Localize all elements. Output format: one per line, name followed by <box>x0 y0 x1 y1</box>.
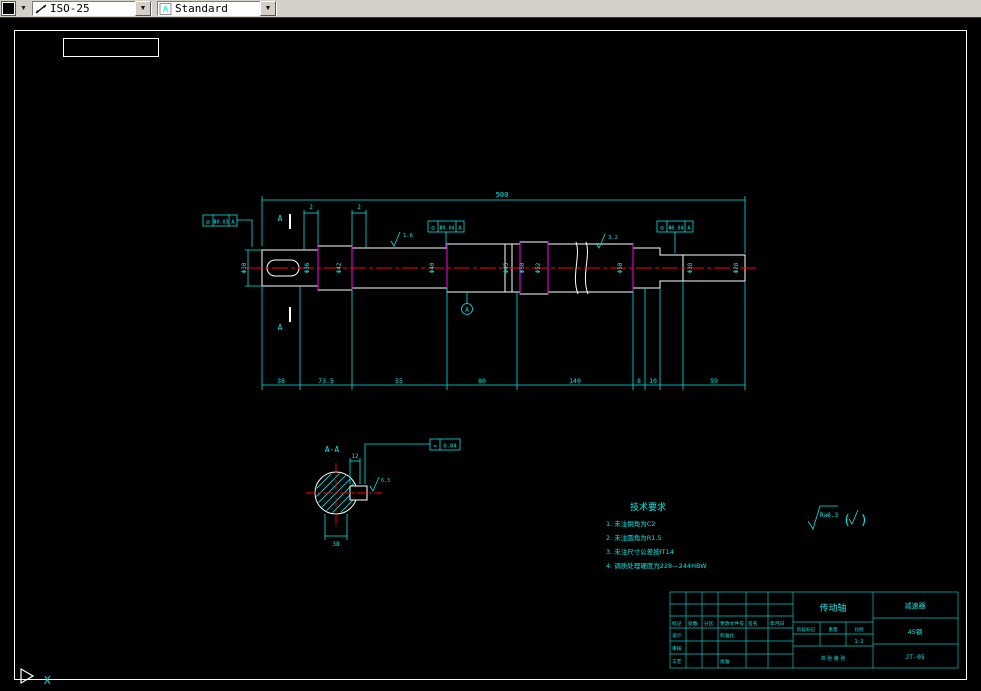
chamfer-dim-1: 2 <box>309 204 313 211</box>
len-dim-5: 8 <box>637 377 641 385</box>
ucs-arrow-icon <box>20 667 35 685</box>
tb-col-header-5: 年月日 <box>770 620 784 627</box>
keyway-depth-dim: 38 <box>332 541 340 548</box>
tb-mid-label-2: 比例 <box>855 626 864 633</box>
dia-label-8: Φ38 <box>687 262 694 273</box>
tb-drawing-number: JT-05 <box>905 653 925 661</box>
chamfer-dim-2: 2 <box>357 204 361 211</box>
tb-row-label-1: 标准化 <box>720 632 735 639</box>
tech-req-title: 技术要求 <box>630 501 666 513</box>
dia-label-0: Φ30 <box>241 262 248 273</box>
gdt-frame-3: ◎ Φ0.04 A <box>656 220 694 253</box>
dia-label-3: Φ40 <box>429 262 436 273</box>
gdt1-symbol: ◎ <box>206 219 210 226</box>
tb-col-header-3: 更改文件号 <box>720 620 744 627</box>
gdt3-symbol: ◎ <box>660 225 664 232</box>
dia-label-9: Φ28 <box>733 262 740 273</box>
section-view: A-A 12 6.3 = 0.04 38 <box>306 438 461 548</box>
gdt2-datum: A <box>458 226 462 232</box>
tech-req-line-2: 2. 未注圆角为R1.5 <box>606 533 662 542</box>
gdt-frame-2: ◎ Φ0.04 A <box>427 220 465 247</box>
keyway-surface-finish: 6.3 <box>381 478 390 484</box>
tb-col-header-4: 签名 <box>748 620 758 627</box>
tb-col-header-2: 分区 <box>704 620 714 627</box>
tech-req-line-4: 4. 调质处理硬度为228—244HBW <box>606 561 707 570</box>
dia-label-7: Φ50 <box>617 262 624 273</box>
tb-scale-value: 1:2 <box>854 639 863 645</box>
section-cut-label-top: A <box>278 214 283 223</box>
dia-label-6: Φ52 <box>535 262 542 273</box>
gdt3-tolerance: Φ0.04 <box>668 226 683 232</box>
len-dim-3: 80 <box>478 377 486 385</box>
tb-row-label-2: 审核 <box>672 645 682 652</box>
dia-label-2: Φ42 <box>336 262 343 273</box>
gdt1-tolerance: Φ0.03 <box>213 220 228 226</box>
tb-org-name: 减速器 <box>905 601 926 610</box>
text-style-glyph: A <box>163 5 169 15</box>
shaft-front-view <box>246 241 756 295</box>
toolbar-grip-icon[interactable] <box>1 1 16 16</box>
len-dim-4: 140 <box>569 377 581 385</box>
keyway-width-dim: 12 <box>351 453 359 460</box>
surface-note-value: Ra6.3 <box>820 512 838 519</box>
toolbar-overflow-icon[interactable]: ▼ <box>20 5 27 12</box>
text-style-value: Standard <box>174 2 228 15</box>
datum-label: A <box>465 307 469 314</box>
text-style-dropdown-icon[interactable]: ▼ <box>259 1 276 16</box>
tb-mid-label-1: 重量 <box>829 626 838 633</box>
dim-style-dropdown-icon[interactable]: ▼ <box>134 1 151 16</box>
gdt2-symbol: ◎ <box>431 225 435 232</box>
text-style-combo[interactable]: A Standard ▼ <box>156 1 277 16</box>
ucs-axis-label: X <box>44 674 51 687</box>
len-dim-1: 73.5 <box>318 377 334 385</box>
gdt-frame-1: ◎ Φ0.03 A <box>202 214 253 247</box>
dim-style-icon <box>33 2 49 15</box>
sheet-frame <box>14 30 967 680</box>
len-dim-7: 59 <box>710 377 718 385</box>
tech-req-line-1: 1. 未注倒角为C2 <box>606 519 655 528</box>
section-gdt-tolerance: 0.04 <box>443 444 457 450</box>
overall-dim-text: 500 <box>496 191 509 199</box>
dim-style-combo[interactable]: ISO-25 ▼ <box>31 1 152 16</box>
len-dim-0: 38 <box>277 377 285 385</box>
title-block: 标记 处数 分区 更改文件号 签名 年月日 设计 标准化 审核 工艺 批准 传动… <box>669 591 959 669</box>
tb-col-header-0: 标记 <box>672 620 682 627</box>
surface-finish-2: 3.2 <box>608 235 618 241</box>
tb-material: 45钢 <box>908 628 923 636</box>
dim-style-value: ISO-25 <box>49 2 90 15</box>
tb-row-label-0: 设计 <box>672 632 682 639</box>
gdt3-datum: A <box>687 226 691 232</box>
section-gdt-symbol: = <box>433 443 437 450</box>
len-dim-6: 10 <box>649 377 657 385</box>
tb-col-header-1: 处数 <box>688 620 698 627</box>
len-dim-2: 55 <box>395 377 403 385</box>
tech-requirements: 技术要求 1. 未注倒角为C2 2. 未注圆角为R1.5 3. 未注尺寸公差按I… <box>606 501 707 570</box>
drawing-canvas[interactable]: 500 2 2 A A Φ30 Φ36 Φ42 Φ40 Φ45 Φ50 Φ52 … <box>0 0 981 691</box>
tb-mid-label-0: 阶段标记 <box>797 626 815 633</box>
ucs-icon: X <box>20 667 51 687</box>
tb-row-label-3: 工艺 <box>672 659 682 665</box>
tb-row-label-4: 批准 <box>720 658 730 665</box>
tech-req-line-3: 3. 未注尺寸公差按IT14 <box>606 547 674 556</box>
tb-part-name: 传动轴 <box>819 602 846 614</box>
text-style-icon: A <box>158 2 174 15</box>
section-view-label: A-A <box>325 445 340 454</box>
dia-label-5: Φ50 <box>519 262 526 273</box>
section-cut-label-bottom: A <box>278 323 283 332</box>
toolbar: ▼ ISO-25 ▼ A Standard ▼ <box>0 0 981 18</box>
gdt1-datum: A <box>231 220 235 226</box>
dia-label-1: Φ36 <box>304 262 311 273</box>
surface-finish-1: 1.6 <box>403 233 413 239</box>
gdt2-tolerance: Φ0.04 <box>439 226 454 232</box>
surface-note-paren-close: ) <box>860 513 868 528</box>
tb-sheet-info: 共 张 第 张 <box>821 655 846 662</box>
dia-label-4: Φ45 <box>503 262 510 273</box>
surface-roughness-note: Ra6.3 ( ) <box>807 505 868 530</box>
